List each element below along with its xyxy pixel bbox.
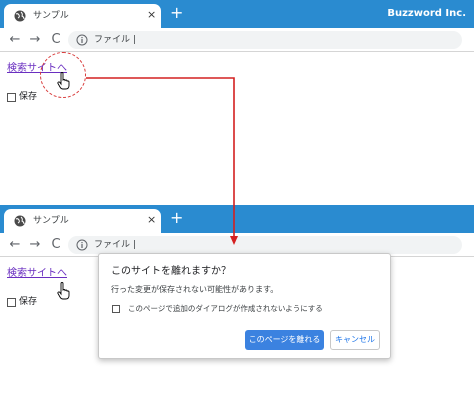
back-arrow-icon[interactable]: ←	[6, 236, 24, 254]
globe-icon	[14, 215, 26, 227]
forward-arrow-icon[interactable]: →	[26, 236, 44, 254]
click-highlight-circle	[40, 52, 86, 98]
leave-page-button[interactable]: このページを離れる	[245, 330, 324, 350]
close-icon[interactable]: ×	[147, 213, 156, 227]
reload-icon[interactable]: C	[47, 31, 65, 49]
plus-icon[interactable]: +	[170, 4, 183, 22]
save-checkbox[interactable]	[7, 93, 16, 102]
info-icon[interactable]	[76, 34, 88, 46]
back-arrow-icon[interactable]: ←	[6, 31, 24, 49]
tab-sample[interactable]: サンプル ×	[4, 4, 161, 28]
search-site-link[interactable]: 検索サイトへ	[7, 267, 67, 280]
suppress-dialogs-checkbox[interactable]	[112, 305, 120, 313]
tab-title: サンプル	[33, 11, 69, 21]
save-checkbox-label: 保存	[19, 297, 38, 307]
url-text: ファイル |	[94, 35, 136, 45]
tab-title: サンプル	[33, 216, 69, 226]
tab-strip: サンプル × + Buzzword Inc.	[0, 0, 474, 28]
cancel-button[interactable]: キャンセル	[330, 330, 380, 350]
dialog-title: このサイトを離れますか？	[111, 266, 231, 277]
reload-icon[interactable]: C	[47, 236, 65, 254]
browser-window-before: サンプル × + Buzzword Inc. ← → C ファイル | 検索サイ…	[0, 0, 474, 198]
save-checkbox[interactable]	[7, 298, 16, 307]
close-icon[interactable]: ×	[147, 8, 156, 22]
plus-icon[interactable]: +	[170, 209, 183, 227]
globe-icon	[14, 10, 26, 22]
info-icon[interactable]	[76, 239, 88, 251]
save-checkbox-label: 保存	[19, 92, 38, 102]
browser-toolbar: ← → C ファイル |	[0, 28, 474, 52]
address-bar[interactable]: ファイル |	[68, 236, 462, 254]
leave-site-dialog: このサイトを離れますか？ 行った変更が保存されない可能性があります。 このページ…	[98, 253, 391, 359]
url-text: ファイル |	[94, 240, 136, 250]
brand-label: Buzzword Inc.	[387, 8, 466, 19]
address-bar[interactable]: ファイル |	[68, 31, 462, 49]
forward-arrow-icon[interactable]: →	[26, 31, 44, 49]
hand-cursor-icon	[57, 282, 70, 300]
suppress-dialogs-label[interactable]: このページで追加のダイアログが作成されないようにする	[128, 303, 323, 314]
tab-strip: サンプル × +	[0, 205, 474, 233]
dialog-message: 行った変更が保存されない可能性があります。	[111, 285, 279, 294]
tab-sample[interactable]: サンプル ×	[4, 209, 161, 233]
